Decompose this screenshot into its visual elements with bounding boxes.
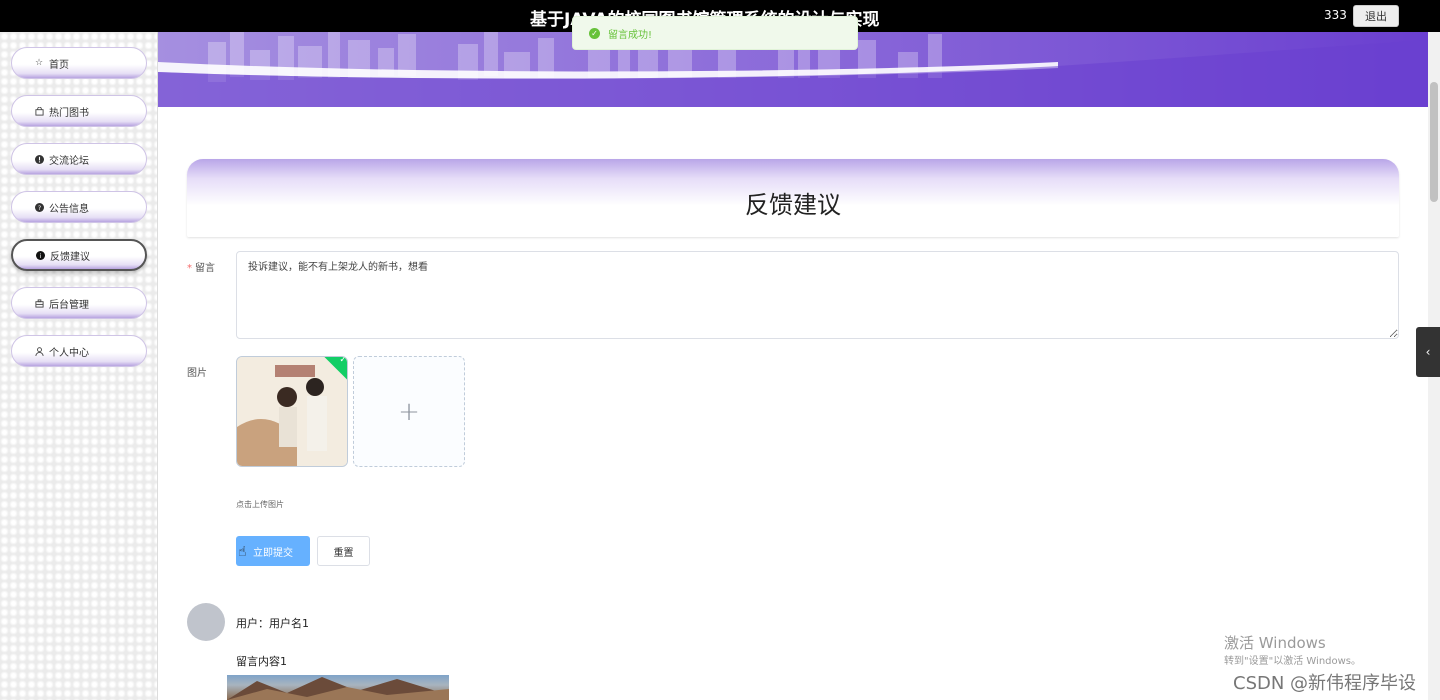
user-icon bbox=[34, 346, 44, 356]
sidebar-item-label: 热门图书 bbox=[49, 107, 89, 119]
sidebar-item-label: 反馈建议 bbox=[50, 251, 90, 263]
sidebar-item-forum[interactable]: 交流论坛 bbox=[11, 143, 147, 175]
username: 333 bbox=[1324, 8, 1347, 22]
sidebar-item-label: 公告信息 bbox=[49, 203, 89, 215]
page-title: 反馈建议 bbox=[745, 190, 841, 219]
svg-text:i: i bbox=[39, 253, 41, 260]
upload-image-button[interactable]: + bbox=[353, 356, 465, 467]
comment-content: 留言内容1 bbox=[236, 655, 287, 668]
comment-user-prefix: 用户： bbox=[236, 617, 269, 630]
briefcase-icon bbox=[34, 298, 44, 308]
submit-button[interactable]: 立即提交 bbox=[236, 536, 310, 566]
avatar bbox=[187, 603, 225, 641]
star-icon: ☆ bbox=[34, 58, 44, 68]
comment-image bbox=[227, 675, 449, 700]
question-circle-icon: ? bbox=[34, 202, 44, 212]
sidebar-item-home[interactable]: ☆ 首页 bbox=[11, 47, 147, 79]
required-asterisk: * bbox=[187, 263, 192, 274]
sidebar-item-profile[interactable]: 个人中心 bbox=[11, 335, 147, 367]
comment-user: 用户：用户名1 bbox=[236, 615, 309, 631]
message-label: * 留言 bbox=[187, 259, 215, 274]
plus-icon: + bbox=[398, 396, 420, 427]
svg-text:?: ? bbox=[37, 205, 40, 212]
csdn-watermark: CSDN @新伟程序毕设 bbox=[1233, 673, 1417, 694]
sidebar-item-label: 交流论坛 bbox=[49, 155, 89, 167]
message-textarea[interactable]: 投诉建议，能不有上架龙人的新书，想看 bbox=[236, 251, 1399, 339]
bag-icon bbox=[34, 106, 44, 116]
info-circle-icon: i bbox=[35, 250, 45, 260]
mountain-image bbox=[227, 677, 449, 700]
hand-cursor-icon: ☝ bbox=[238, 544, 247, 560]
chevron-left-icon[interactable]: ‹ bbox=[1416, 327, 1440, 377]
upload-tip: 点击上传图片 bbox=[236, 500, 284, 509]
sidebar: ☆ 首页 热门图书 交流论坛 ? 公告信息 i 反馈建议 后台管理 个人中心 bbox=[0, 32, 158, 700]
sidebar-item-popular-books[interactable]: 热门图书 bbox=[11, 95, 147, 127]
title-card: 反馈建议 bbox=[187, 159, 1399, 237]
check-icon: ✓ bbox=[339, 356, 347, 366]
windows-activation-subtitle: 转到"设置"以激活 Windows。 bbox=[1224, 656, 1362, 667]
image-label: 图片 bbox=[187, 368, 207, 379]
toast-message: 留言成功! bbox=[608, 29, 653, 41]
scrollbar-thumb[interactable] bbox=[1430, 82, 1438, 202]
sidebar-item-label: 个人中心 bbox=[49, 347, 89, 359]
check-circle-icon: ✓ bbox=[589, 27, 600, 39]
sidebar-item-announcements[interactable]: ? 公告信息 bbox=[11, 191, 147, 223]
sidebar-item-label: 后台管理 bbox=[49, 299, 89, 311]
uploaded-image-thumbnail[interactable]: ✓ bbox=[236, 356, 348, 467]
reset-button[interactable]: 重置 bbox=[317, 536, 370, 566]
message-label-text: 留言 bbox=[195, 263, 215, 274]
success-toast: ✓ 留言成功! bbox=[572, 16, 858, 50]
logout-button[interactable]: 退出 bbox=[1353, 5, 1399, 27]
comment-user-name: 用户名1 bbox=[269, 617, 309, 630]
sidebar-item-admin[interactable]: 后台管理 bbox=[11, 287, 147, 319]
book-cover-image bbox=[237, 357, 347, 466]
windows-activation-title: 激活 Windows bbox=[1224, 634, 1326, 652]
sidebar-item-feedback[interactable]: i 反馈建议 bbox=[11, 239, 147, 271]
alert-circle-icon bbox=[34, 154, 44, 164]
sidebar-item-label: 首页 bbox=[49, 59, 69, 71]
